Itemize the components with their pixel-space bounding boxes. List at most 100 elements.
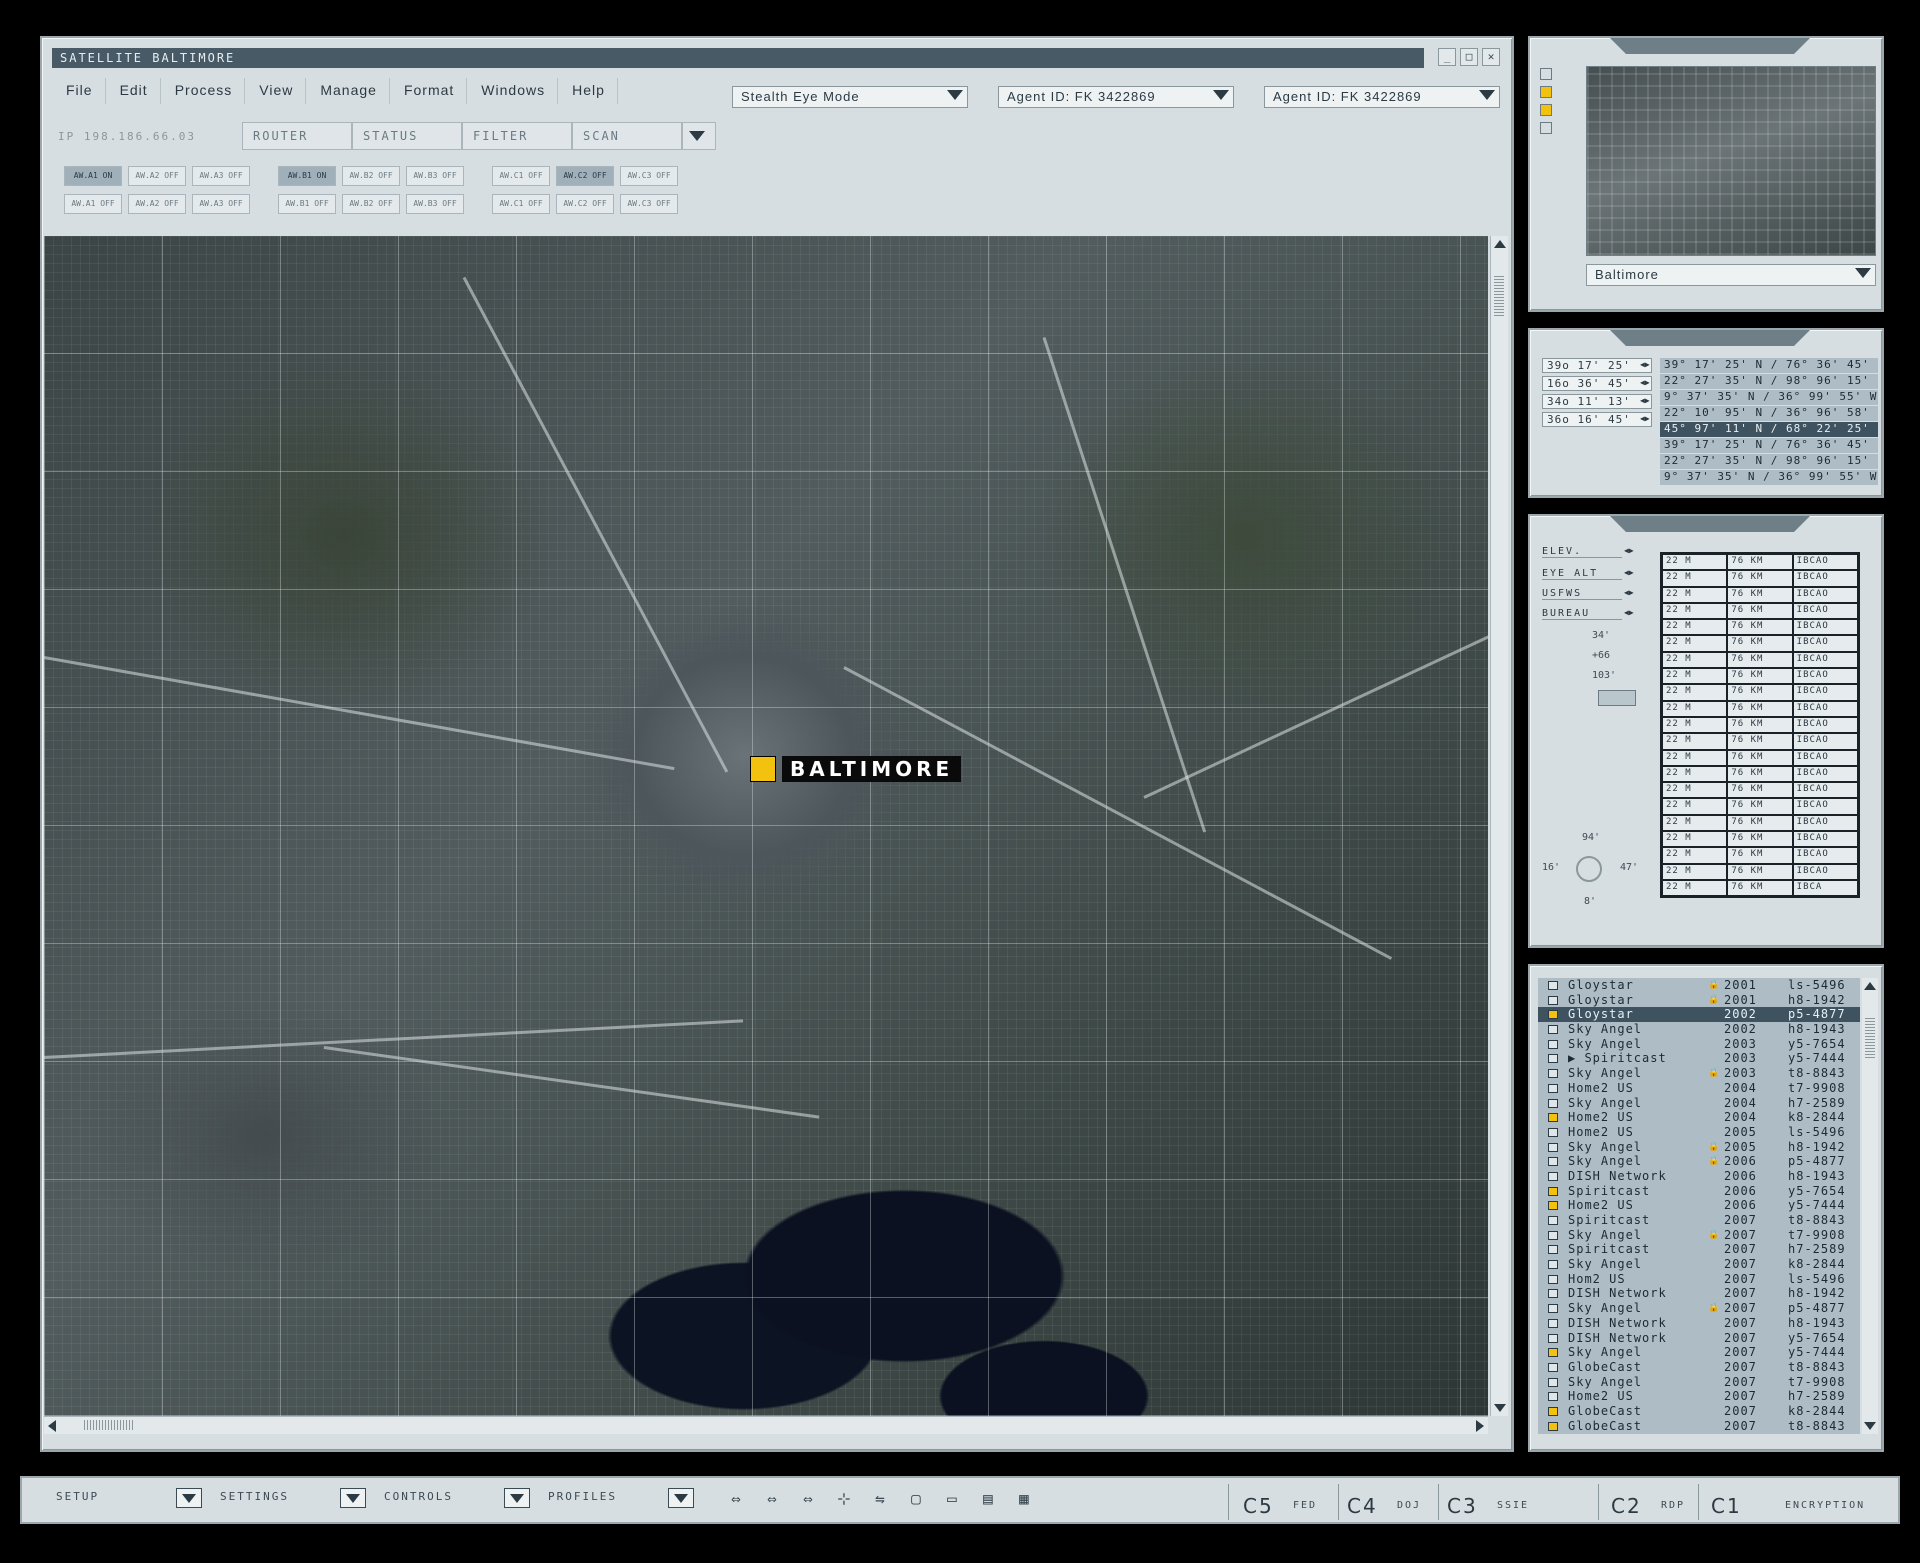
scroll-thumb[interactable]: [1865, 1018, 1875, 1058]
eye-alt-stepper[interactable]: ◀▶: [1624, 568, 1634, 577]
list-item[interactable]: Gloystar 2002 p5-4877: [1538, 1007, 1860, 1023]
menu-help[interactable]: Help: [558, 78, 618, 104]
aw-c1-row2[interactable]: AW.C1 OFF: [492, 194, 550, 214]
checkbox[interactable]: [1548, 1098, 1558, 1108]
aw-c1-row1[interactable]: AW.C1 OFF: [492, 166, 550, 186]
list-item[interactable]: DISH Network 2007 h8-1942: [1538, 1286, 1860, 1301]
scan-button[interactable]: SCAN: [572, 122, 682, 150]
checkbox[interactable]: [1548, 981, 1558, 990]
expand-horizontal-icon[interactable]: ⇔: [722, 1488, 750, 1510]
checkbox[interactable]: [1548, 995, 1558, 1005]
list-item[interactable]: Gloystar 🔒 2001 h8-1942: [1538, 993, 1860, 1008]
usfws-stepper[interactable]: ◀▶: [1624, 588, 1634, 597]
list-item[interactable]: DISH Network 2006 h8-1943: [1538, 1169, 1860, 1184]
window-icon[interactable]: ▢: [902, 1488, 930, 1510]
router-button[interactable]: ROUTER: [242, 122, 352, 150]
checkbox[interactable]: [1548, 1010, 1558, 1020]
checkbox[interactable]: [1548, 1333, 1558, 1343]
checkbox[interactable]: [1548, 1377, 1558, 1387]
list-item[interactable]: DISH Network 2007 h8-1943: [1538, 1316, 1860, 1331]
link-icon[interactable]: ⇋: [866, 1488, 894, 1510]
list-view-icon[interactable]: ▤: [974, 1488, 1002, 1510]
yellow-flag-icon[interactable]: [1540, 104, 1552, 116]
coordinate-stepper[interactable]: ◀▶: [1640, 396, 1650, 405]
pencil-icon[interactable]: [1540, 122, 1552, 134]
coordinate-item[interactable]: 39° 17' 25' N / 76° 36' 45' W: [1660, 438, 1878, 465]
aw-c2-row2[interactable]: AW.C2 OFF: [556, 194, 614, 214]
checkbox[interactable]: [1548, 1260, 1558, 1270]
menu-manage[interactable]: Manage: [306, 78, 390, 104]
checkbox[interactable]: [1548, 1127, 1558, 1137]
list-item[interactable]: Home2 US 2005 ls-5496: [1538, 1125, 1860, 1140]
menu-windows[interactable]: Windows: [467, 78, 559, 104]
list-item[interactable]: Sky Angel 🔒 2003 t8-8843: [1538, 1066, 1860, 1081]
aw-a1-row2[interactable]: AW.A1 OFF: [64, 194, 122, 214]
checkbox[interactable]: [1548, 1289, 1558, 1299]
resize-horizontal-icon[interactable]: ⇔: [758, 1488, 786, 1510]
aw-a1-row1[interactable]: AW.A1 ON: [64, 166, 122, 186]
checkbox[interactable]: [1548, 1304, 1558, 1314]
list-item[interactable]: ▶ Spiritcast 2003 y5-7444: [1538, 1051, 1860, 1066]
aw-a2-row2[interactable]: AW.A2 OFF: [128, 194, 186, 214]
list-item[interactable]: Sky Angel 🔒 2007 p5-4877: [1538, 1301, 1860, 1316]
menu-process[interactable]: Process: [161, 78, 246, 104]
agent-id-select-1[interactable]: Agent ID: FK 3422869: [998, 86, 1234, 108]
checkbox[interactable]: [1548, 1362, 1558, 1372]
list-item[interactable]: Sky Angel 2002 h8-1943: [1538, 1022, 1860, 1037]
list-item[interactable]: Sky Angel 🔒 2005 h8-1942: [1538, 1140, 1860, 1155]
scan-dropdown-button[interactable]: [682, 122, 716, 150]
yellow-flag-icon[interactable]: [1540, 86, 1552, 98]
pencil-icon[interactable]: [1540, 68, 1552, 80]
settings-dropdown[interactable]: [340, 1488, 366, 1508]
coordinate-item[interactable]: 9° 37' 35' N / 36° 99' 55' W: [1660, 390, 1878, 405]
aw-c3-row2[interactable]: AW.C3 OFF: [620, 194, 678, 214]
aw-b3-row1[interactable]: AW.B3 OFF: [406, 166, 464, 186]
aw-b1-row1[interactable]: AW.B1 ON: [278, 166, 336, 186]
aw-a3-row1[interactable]: AW.A3 OFF: [192, 166, 250, 186]
screen-icon[interactable]: ▭: [938, 1488, 966, 1510]
location-select[interactable]: Baltimore: [1586, 264, 1876, 286]
shrink-horizontal-icon[interactable]: ⇔: [794, 1488, 822, 1510]
aw-c2-row1[interactable]: AW.C2 OFF: [556, 166, 614, 186]
close-button[interactable]: ✕: [1482, 48, 1500, 66]
scroll-up-icon[interactable]: [1864, 982, 1876, 990]
channel-c4[interactable]: C4 DOJ: [1338, 1484, 1438, 1520]
agent-id-select-2[interactable]: Agent ID: FK 3422869: [1264, 86, 1500, 108]
channel-c2[interactable]: C2 RDP: [1598, 1484, 1698, 1520]
coordinate-input[interactable]: 36o 16' 45': [1542, 412, 1652, 427]
coordinate-item[interactable]: 22° 27' 35' N / 98° 96' 15' W: [1660, 374, 1878, 401]
checkbox[interactable]: [1548, 1421, 1558, 1431]
list-item[interactable]: Home2 US 2007 h7-2589: [1538, 1389, 1860, 1404]
scroll-right-icon[interactable]: [1476, 1420, 1484, 1432]
scroll-thumb[interactable]: [84, 1420, 134, 1430]
list-item[interactable]: GlobeCast 2007 t8-8843: [1538, 1360, 1860, 1375]
checkbox[interactable]: [1548, 1113, 1558, 1123]
list-item[interactable]: Sky Angel 2007 y5-7444: [1538, 1345, 1860, 1360]
checkbox[interactable]: [1548, 1054, 1558, 1064]
list-item[interactable]: DISH Network 2007 y5-7654: [1538, 1331, 1860, 1346]
coordinate-item[interactable]: 45° 97' 11' N / 68° 22' 25' W: [1660, 422, 1878, 449]
elev-stepper[interactable]: ◀▶: [1624, 546, 1634, 555]
list-item[interactable]: Home2 US 2004 t7-9908: [1538, 1081, 1860, 1096]
aw-b2-row2[interactable]: AW.B2 OFF: [342, 194, 400, 214]
coordinate-item[interactable]: 9° 37' 35' N / 36° 99' 55' W: [1660, 470, 1878, 485]
checkbox[interactable]: [1548, 1216, 1558, 1225]
checkbox[interactable]: [1548, 1406, 1558, 1416]
coordinate-input[interactable]: 16o 36' 45': [1542, 376, 1652, 391]
elev-toggle[interactable]: [1598, 690, 1636, 706]
list-item[interactable]: Home2 US 2006 y5-7444: [1538, 1198, 1860, 1213]
checkbox[interactable]: [1548, 1171, 1558, 1181]
checkbox[interactable]: [1548, 1157, 1558, 1167]
checkbox[interactable]: [1548, 1083, 1558, 1093]
checkbox[interactable]: [1548, 1348, 1558, 1358]
checkbox[interactable]: [1548, 1392, 1558, 1402]
status-button[interactable]: STATUS: [352, 122, 462, 150]
coordinate-stepper[interactable]: ◀▶: [1640, 414, 1650, 423]
list-item[interactable]: GlobeCast 2007 t8-8843: [1538, 1419, 1860, 1434]
list-item[interactable]: Sky Angel 2007 t7-9908: [1538, 1375, 1860, 1390]
menu-file[interactable]: File: [52, 78, 106, 104]
coordinate-item[interactable]: 22° 27' 35' N / 98° 96' 15' W: [1660, 454, 1878, 481]
channel-c1[interactable]: C1 ENCRYPTION: [1698, 1484, 1888, 1520]
coordinate-stepper[interactable]: ◀▶: [1640, 378, 1650, 387]
checkbox[interactable]: [1548, 1186, 1558, 1196]
